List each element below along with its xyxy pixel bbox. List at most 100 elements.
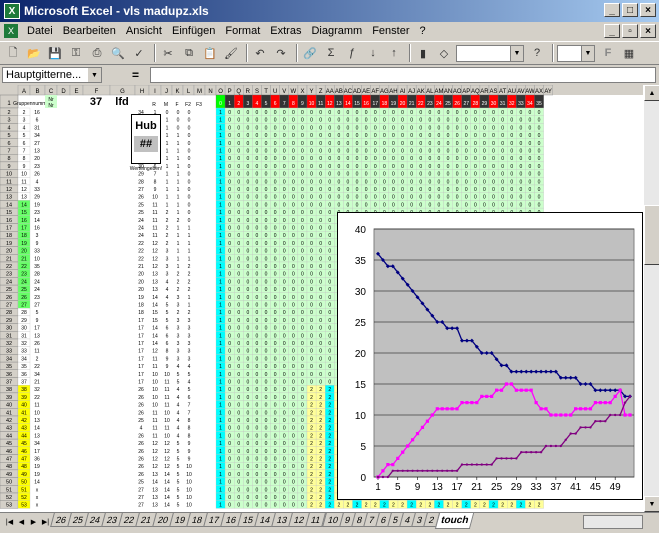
cell-value: 23 <box>21 272 27 278</box>
hyperlink-icon[interactable]: 🔗 <box>301 44 319 62</box>
column-header-label: AT <box>499 89 507 95</box>
document-icon[interactable]: X <box>4 24 18 38</box>
redo-icon[interactable]: ↷ <box>272 44 290 62</box>
cell-value: 0 <box>438 202 441 208</box>
print-icon[interactable]: ⎙ <box>88 44 106 62</box>
cell-value: 1 <box>219 164 222 170</box>
print-preview-icon[interactable]: 🔍 <box>109 44 127 62</box>
cell-value: 0 <box>410 133 413 139</box>
menu-diagramm[interactable]: Diagramm <box>306 25 367 37</box>
menu-help[interactable]: ? <box>414 25 430 37</box>
cell-value: 0 <box>237 372 240 378</box>
cell-value: 0 <box>301 164 304 170</box>
cell-value: 0 <box>228 472 231 478</box>
cell-value: 0 <box>419 179 422 185</box>
chart-wizard-icon[interactable]: ▮ <box>414 44 432 62</box>
cell-value: 0 <box>292 333 295 339</box>
chevron-down-icon[interactable]: ▼ <box>581 45 594 61</box>
save-icon[interactable]: 💾 <box>46 44 64 62</box>
menu-einfuegen[interactable]: Einfügen <box>167 25 220 37</box>
chart-area[interactable]: 0 5 10 15 20 25 30 35 40 1 5 9 13 17 21 25 29 33 37 41 45 49 <box>337 212 643 500</box>
sort-asc-icon[interactable]: ↓ <box>364 44 382 62</box>
sheet-tab-touch[interactable]: touch <box>434 513 475 529</box>
doc-minimize-button[interactable]: _ <box>604 24 620 38</box>
vertical-scrollbar[interactable]: ▲ ▼ <box>643 85 659 512</box>
cell-value: 0 <box>274 295 277 301</box>
format-painter-icon[interactable]: 🖌 <box>222 44 240 62</box>
series-point <box>410 438 415 442</box>
next-sheet-icon[interactable]: ▶ <box>28 515 39 528</box>
zoom-dropdown[interactable]: ▼ <box>456 44 524 62</box>
cell-value: 0 <box>228 364 231 370</box>
menu-ansicht[interactable]: Ansicht <box>121 25 167 37</box>
cell-value: 0 <box>328 364 331 370</box>
bold-icon[interactable]: F <box>599 44 617 62</box>
hub-value-cell[interactable]: ## <box>134 136 158 152</box>
open-icon[interactable]: 📂 <box>25 44 43 62</box>
scroll-thumb[interactable] <box>644 205 659 265</box>
column-header-label: D <box>61 89 66 95</box>
menu-bearbeiten[interactable]: Bearbeiten <box>58 25 121 37</box>
cell-value: 0 <box>447 164 450 170</box>
cell-value: 1 <box>219 464 222 470</box>
function-icon[interactable]: ƒ <box>343 44 361 62</box>
cell-value: 26 <box>138 195 144 201</box>
copy-icon[interactable]: ⧉ <box>180 44 198 62</box>
excel-icon[interactable]: X <box>4 3 20 19</box>
name-box[interactable]: Hauptgitterne... ▼ <box>2 67 102 83</box>
prev-sheet-icon[interactable]: ◀ <box>16 515 27 528</box>
doc-restore-button[interactable]: ▫ <box>622 24 638 38</box>
cell-value: 19 <box>21 241 27 247</box>
menu-fenster[interactable]: Fenster <box>367 25 414 37</box>
row-header-label: 53 <box>6 503 12 509</box>
maximize-button[interactable]: □ <box>622 3 638 17</box>
menu-extras[interactable]: Extras <box>265 25 306 37</box>
nr-label-2: Nr <box>48 103 54 109</box>
help-icon[interactable]: ? <box>528 44 546 62</box>
cell-value: 20 <box>138 287 144 293</box>
scroll-up-icon[interactable]: ▲ <box>644 85 659 101</box>
column-header-label: Y <box>310 89 314 95</box>
cell-value: 15 <box>152 310 158 316</box>
autosum-icon[interactable]: Σ <box>322 44 340 62</box>
cell-value: 5 <box>166 318 169 324</box>
cell-value: 0 <box>274 172 277 178</box>
minimize-button[interactable]: _ <box>604 3 620 17</box>
permission-icon[interactable]: ⚿ <box>67 44 85 62</box>
cell-value: 1 <box>177 264 180 270</box>
cell-value: 0 <box>274 464 277 470</box>
sort-desc-icon[interactable]: ↑ <box>385 44 403 62</box>
series-point <box>583 407 588 411</box>
menu-datei[interactable]: Datei <box>22 25 58 37</box>
series-point <box>519 388 523 392</box>
undo-icon[interactable]: ↶ <box>251 44 269 62</box>
drawing-icon[interactable]: ◇ <box>435 44 453 62</box>
formula-input[interactable] <box>150 67 656 83</box>
new-icon[interactable]: 🗋 <box>4 44 22 62</box>
title-bar: X Microsoft Excel - vls madupz.xls _ □ × <box>0 0 659 22</box>
font-size-dropdown[interactable]: ▼ <box>557 44 595 62</box>
cell-value: 0 <box>274 264 277 270</box>
worksheet-grid[interactable]: A B C D E F G H I J K L M N O P Q R S T U V W X Y Z AA AB AC AD AE AF AG… <box>0 85 643 512</box>
chevron-down-icon[interactable]: ▼ <box>88 68 101 82</box>
cell-value: 0 <box>265 133 268 139</box>
menu-format[interactable]: Format <box>220 25 265 37</box>
first-sheet-icon[interactable]: |◀ <box>4 515 15 528</box>
horizontal-scrollbar[interactable] <box>583 515 643 529</box>
borders-icon[interactable]: ▦ <box>620 44 638 62</box>
doc-close-button[interactable]: × <box>640 24 656 38</box>
scroll-down-icon[interactable]: ▼ <box>644 496 659 512</box>
cell-value: 0 <box>265 495 268 501</box>
paste-icon[interactable]: 📋 <box>201 44 219 62</box>
cell-value: 0 <box>283 218 286 224</box>
window-title: Microsoft Excel - vls madupz.xls <box>24 4 209 18</box>
cell-value: 0 <box>274 349 277 355</box>
cut-icon[interactable]: ✂ <box>159 44 177 62</box>
close-button[interactable]: × <box>640 3 656 17</box>
cell-value: 0 <box>246 118 249 124</box>
cell-value: 0 <box>419 172 422 178</box>
chevron-down-icon[interactable]: ▼ <box>510 45 523 61</box>
line-chart[interactable]: 05101520253035401 5 9 13 17 21 25 29 33 37 41 45 49 <box>338 213 643 501</box>
spellcheck-icon[interactable]: ✓ <box>130 44 148 62</box>
cell-value: 11 <box>164 403 169 409</box>
